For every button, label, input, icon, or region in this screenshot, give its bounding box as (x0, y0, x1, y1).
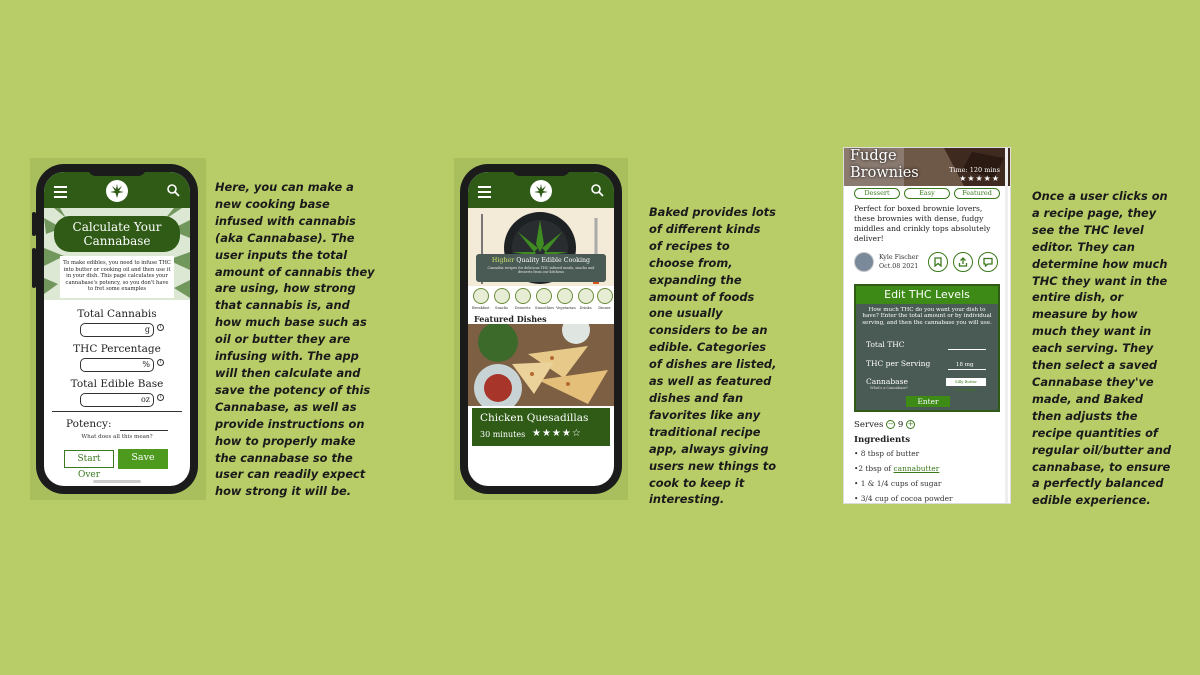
cannabase-help-link[interactable]: What's a Cannabase? (870, 386, 908, 390)
avatar[interactable] (854, 252, 874, 272)
start-over-button[interactable]: Start Over (64, 450, 114, 480)
description-cannabase: Here, you can make a new cooking base in… (215, 180, 375, 499)
category-icon (535, 288, 552, 304)
total-thc-label: Total THC (866, 340, 905, 349)
tag-featured[interactable]: Featured (954, 188, 1000, 199)
search-icon[interactable] (591, 184, 604, 197)
field-label-total-cannabis: Total Cannabis (77, 308, 157, 320)
baked-logo-icon[interactable] (106, 180, 128, 202)
total-cannabis-input[interactable]: g (80, 323, 154, 337)
ingredient-item: • 8 tbsp of butter (854, 449, 920, 458)
category-icon (556, 288, 573, 304)
category-smoothies[interactable]: Smoothies (535, 288, 554, 310)
category-icon (493, 288, 510, 304)
minus-icon[interactable]: − (886, 420, 896, 429)
dish-name: Chicken Quesadillas (480, 412, 589, 424)
info-icon[interactable]: i (157, 324, 164, 331)
comment-button[interactable] (978, 252, 998, 272)
calculate-title: Calculate Your Cannabase (54, 216, 180, 252)
app-bar (468, 172, 614, 208)
category-drinks[interactable]: Drinks (577, 288, 594, 310)
thc-per-serving-input[interactable] (948, 369, 986, 370)
thc-percentage-input[interactable]: % (80, 358, 154, 372)
bookmark-button[interactable] (928, 252, 948, 272)
thc-level-editor: Edit THC Levels How much THC do you want… (854, 284, 1000, 412)
calculate-info-text: To make edibles, you need to infuse THC … (60, 256, 174, 298)
thc-per-serving-value: 18 mg (956, 362, 974, 368)
ingredient-item: • 1 & 1/4 cups of sugar (854, 479, 942, 488)
thc-question: How much THC do you want your dish to ha… (862, 307, 992, 326)
field-label-total-edible-base: Total Edible Base (70, 378, 164, 390)
phone1-screen: Calculate Your Cannabase To make edibles… (44, 172, 190, 486)
comment-icon (983, 257, 993, 267)
potency-label: Potency: (66, 418, 112, 430)
share-icon (958, 257, 968, 267)
category-icon (577, 288, 594, 304)
divider (52, 411, 182, 412)
cannabase-select[interactable]: Silly Butter Cannabase (946, 378, 986, 392)
description-recipes: Baked provides lots of different kinds o… (649, 205, 777, 507)
dish-card[interactable]: Chicken Quesadillas 30 minutes ★★★★☆ (472, 408, 610, 446)
tag-easy[interactable]: Easy (904, 188, 950, 199)
cannabutter-link[interactable]: cannabutter (894, 464, 940, 473)
serves-stepper: Serves − 9 + (854, 420, 916, 430)
ingredient-item: • 3/4 cup of cocoa powder (854, 494, 953, 503)
quality-title: Higher Quality Edible Cooking (491, 257, 591, 264)
recipe-time: Time: 120 mins (949, 166, 1000, 174)
info-icon[interactable]: i (157, 359, 164, 366)
total-edible-base-input[interactable]: oz (80, 393, 154, 407)
category-icon (472, 288, 489, 304)
author-info: Kyle Fischer Oct.08 2021 (879, 254, 919, 270)
dish-time: 30 minutes (480, 430, 526, 439)
category-icon (596, 288, 613, 304)
field-label-thc-percentage: THC Percentage (73, 343, 161, 355)
quality-subtitle: Cannabis recipes for delicious THC infus… (487, 266, 595, 275)
help-link[interactable]: What does all this mean? (44, 434, 190, 440)
serves-count: 9 (897, 420, 904, 430)
hamburger-menu-icon[interactable] (478, 186, 491, 201)
enter-button[interactable]: Enter (906, 396, 950, 407)
baked-logo-icon[interactable] (530, 180, 552, 202)
search-icon[interactable] (167, 184, 180, 197)
save-button[interactable]: Save (118, 449, 168, 469)
phone2: Higher Quality Edible Cooking Cannabis r… (460, 164, 622, 494)
ingredients-title: Ingredients (854, 435, 911, 445)
phone2-screen: Higher Quality Edible Cooking Cannabis r… (468, 172, 614, 486)
home-indicator (93, 480, 141, 483)
recipe-description: Perfect for boxed brownie lovers, these … (854, 204, 991, 243)
recipe-screen: Fudge Brownies Time: 120 mins ★★★★★ Desse… (843, 147, 1011, 504)
category-vegetarian[interactable]: Vegetarian (556, 288, 576, 310)
featured-dishes-title: Featured Dishes (474, 314, 547, 324)
category-desserts[interactable]: Desserts (514, 288, 531, 310)
cannabase-label: Cannabase (866, 377, 908, 386)
potency-value-line (120, 430, 168, 431)
phone1: Calculate Your Cannabase To make edibles… (36, 164, 198, 494)
hamburger-menu-icon[interactable] (54, 186, 67, 201)
plus-icon[interactable]: + (906, 420, 916, 429)
tag-dessert[interactable]: Dessert (854, 188, 900, 199)
app-bar (44, 172, 190, 208)
category-snacks[interactable]: Snacks (493, 288, 510, 310)
phone-notch (88, 164, 146, 176)
category-icon (514, 288, 531, 304)
thc-per-serving-label: THC per Serving (866, 359, 931, 368)
category-breakfast[interactable]: Breakfast (472, 288, 490, 310)
total-thc-input[interactable] (948, 349, 986, 350)
category-dinner[interactable]: Dinner (596, 288, 613, 310)
thc-editor-title: Edit THC Levels (856, 286, 998, 304)
recipe-title: Fudge Brownies (850, 148, 919, 181)
description-thc-editor: Once a user clicks on a recipe page, the… (1032, 189, 1171, 508)
quesadilla-image[interactable] (468, 324, 614, 406)
ingredient-item: •2 tbsp of cannabutter (854, 464, 940, 473)
phone-notch (512, 164, 570, 176)
bookmark-icon (934, 257, 942, 267)
dish-rating-stars: ★★★★☆ (532, 428, 582, 439)
recipe-stars: ★★★★★ (959, 174, 1000, 183)
info-icon[interactable]: i (157, 394, 164, 401)
share-button[interactable] (953, 252, 973, 272)
quality-banner: Higher Quality Edible Cooking Cannabis r… (476, 254, 606, 282)
scrollbar[interactable] (1005, 148, 1008, 503)
